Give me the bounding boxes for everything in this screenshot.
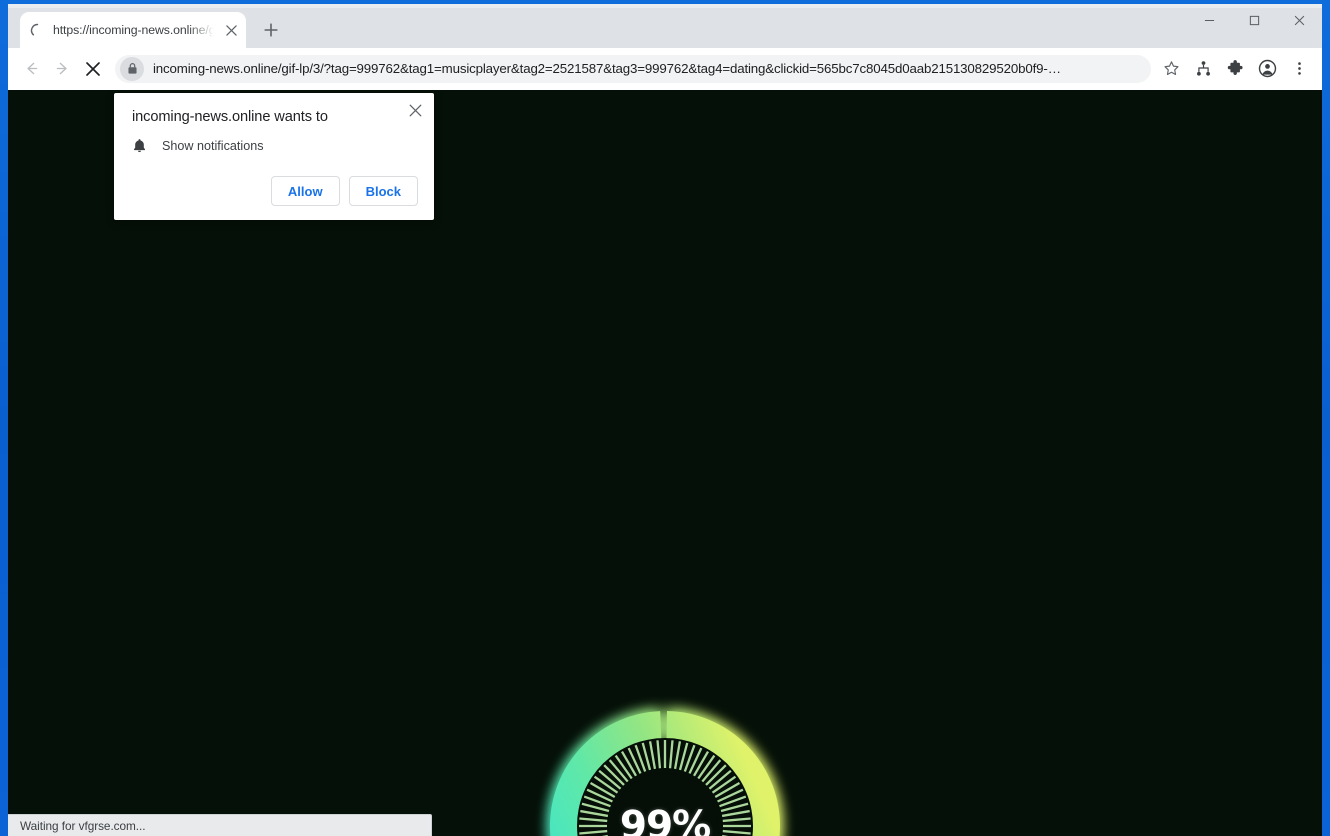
page-viewport: 99% incoming-news.online wants to Show n… — [8, 90, 1322, 836]
progress-percent-label: 99% — [619, 803, 711, 836]
allow-button[interactable]: Allow — [270, 176, 340, 206]
bell-icon — [132, 138, 150, 154]
window-controls — [1187, 4, 1322, 36]
status-bar: Waiting for vfgrse.com... — [8, 814, 432, 836]
tab-close-icon[interactable] — [222, 21, 240, 39]
browser-window: https://incoming-news.online/gif incomin… — [8, 4, 1322, 836]
window-maximize-button[interactable] — [1232, 4, 1277, 36]
status-bar-text: Waiting for vfgrse.com... — [20, 818, 146, 833]
profile-avatar-icon[interactable] — [1252, 54, 1282, 84]
split-view-icon[interactable] — [1188, 54, 1218, 84]
bookmark-star-icon[interactable] — [1158, 56, 1184, 82]
window-close-button[interactable] — [1277, 4, 1322, 36]
toolbar-right-icons — [1188, 54, 1314, 84]
browser-tab[interactable]: https://incoming-news.online/gif — [20, 12, 246, 48]
address-bar[interactable]: incoming-news.online/gif-lp/3/?tag=99976… — [115, 54, 1151, 83]
progress-ring: 99% — [541, 702, 789, 836]
permission-row: Show notifications — [132, 138, 418, 154]
dialog-close-icon[interactable] — [404, 99, 426, 121]
window-minimize-button[interactable] — [1187, 4, 1232, 36]
new-tab-button[interactable] — [256, 15, 286, 45]
stop-loading-button[interactable] — [78, 54, 108, 84]
forward-button[interactable] — [47, 54, 77, 84]
more-menu-icon[interactable] — [1284, 54, 1314, 84]
extensions-puzzle-icon[interactable] — [1220, 54, 1250, 84]
tab-title: https://incoming-news.online/gif — [53, 23, 214, 37]
desktop-background: https://incoming-news.online/gif incomin… — [0, 0, 1330, 836]
permission-label: Show notifications — [162, 139, 264, 153]
block-button[interactable]: Block — [348, 176, 418, 206]
dialog-actions: Allow Block — [132, 176, 418, 206]
address-bar-url: incoming-news.online/gif-lp/3/?tag=99976… — [153, 61, 1061, 76]
tab-strip: https://incoming-news.online/gif — [8, 4, 1322, 48]
dialog-title: incoming-news.online wants to — [132, 109, 328, 125]
notification-permission-dialog: incoming-news.online wants to Show notif… — [114, 93, 434, 220]
browser-toolbar: incoming-news.online/gif-lp/3/?tag=99976… — [8, 48, 1322, 90]
back-button[interactable] — [16, 54, 46, 84]
tab-loading-spinner-icon — [30, 23, 45, 38]
lock-icon[interactable] — [120, 56, 144, 81]
